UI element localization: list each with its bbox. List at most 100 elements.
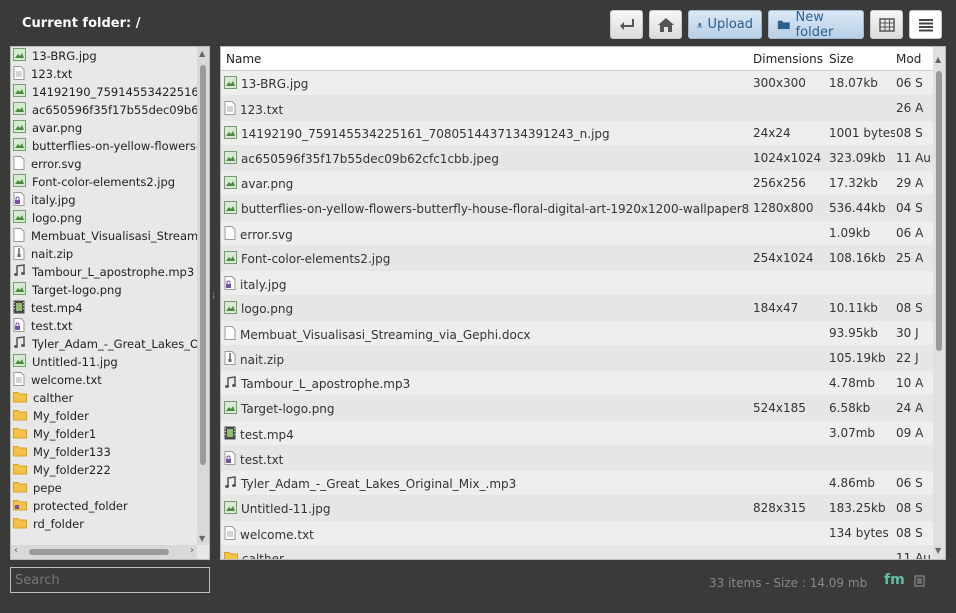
tree-item[interactable]: logo.png [11, 209, 197, 227]
tree-item[interactable]: 123.txt [11, 65, 197, 83]
file-name-cell[interactable]: butterflies-on-yellow-flowers-butterfly-… [224, 201, 749, 217]
file-modified: 26 A [896, 101, 924, 115]
file-name: Membuat_Visualisasi_Streaming_via_Gephi.… [240, 327, 531, 342]
tree-item[interactable]: Membuat_Visualisasi_Streaming [11, 227, 197, 245]
back-button[interactable] [610, 10, 643, 39]
tree-item[interactable]: test.txt [11, 317, 197, 335]
scroll-up-icon[interactable]: ▲ [935, 55, 941, 64]
tree-item[interactable]: rd_folder [11, 515, 197, 533]
file-name-cell[interactable]: Tambour_L_apostrophe.mp3 [224, 376, 749, 392]
file-name: Untitled-11.jpg [241, 502, 331, 516]
home-icon [657, 17, 674, 32]
new-folder-button[interactable]: New folder [768, 10, 864, 40]
table-row[interactable]: Tambour_L_apostrophe.mp3 4.78mb 10 A [221, 371, 933, 396]
column-size[interactable]: Size [829, 52, 854, 66]
tree-vertical-scrollbar[interactable]: ▲ ▼ [197, 47, 209, 545]
upload-button[interactable]: Upload [688, 10, 762, 39]
tree-item[interactable]: 13-BRG.jpg [11, 47, 197, 65]
table-row[interactable]: Untitled-11.jpg 828x315 183.25kb 08 S [221, 496, 933, 521]
tree-horizontal-scrollbar[interactable]: ‹ › [11, 545, 197, 559]
column-dimensions[interactable]: Dimensions [753, 52, 823, 66]
file-name-cell[interactable]: Target-logo.png [224, 401, 749, 417]
file-name-cell[interactable]: 123.txt [224, 101, 749, 118]
tree-scroll-thumb[interactable] [200, 65, 206, 465]
table-row[interactable]: logo.png 184x47 10.11kb 08 S [221, 296, 933, 321]
file-name-cell[interactable]: calther [224, 551, 749, 559]
file-modified: 06 S [896, 476, 923, 490]
tree-item[interactable]: My_folder133 [11, 443, 197, 461]
tree-item[interactable]: pepe [11, 479, 197, 497]
tree-item[interactable]: Untitled-11.jpg [11, 353, 197, 371]
file-vertical-scrollbar[interactable]: ▲ ▼ [933, 47, 945, 559]
tree-item[interactable]: My_folder222 [11, 461, 197, 479]
file-name-cell[interactable]: avar.png [224, 176, 749, 192]
file-name-cell[interactable]: 14192190_759145534225161_708051443713439… [224, 126, 749, 142]
file-name-cell[interactable]: Tyler_Adam_-_Great_Lakes_Original_Mix_.m… [224, 476, 749, 492]
tree-item[interactable]: Font-color-elements2.jpg [11, 173, 197, 191]
table-row[interactable]: Membuat_Visualisasi_Streaming_via_Gephi.… [221, 321, 933, 346]
file-name-cell[interactable]: Untitled-11.jpg [224, 501, 749, 517]
tree-hscroll-thumb[interactable] [29, 549, 169, 555]
tree-item[interactable]: calther [11, 389, 197, 407]
table-row[interactable]: 14192190_759145534225161_708051443713439… [221, 121, 933, 146]
table-row[interactable]: avar.png 256x256 17.32kb 29 A [221, 171, 933, 196]
table-row[interactable]: 13-BRG.jpg 300x300 18.07kb 06 S [221, 71, 933, 96]
table-row[interactable]: test.txt [221, 446, 933, 471]
tree-item[interactable]: avar.png [11, 119, 197, 137]
scroll-right-icon[interactable]: › [190, 545, 194, 556]
file-name-cell[interactable]: Font-color-elements2.jpg [224, 251, 749, 267]
tree-item[interactable]: My_folder1 [11, 425, 197, 443]
scroll-left-icon[interactable]: ‹ [14, 545, 18, 556]
file-name-cell[interactable]: italy.jpg [224, 276, 749, 293]
table-row[interactable]: Target-logo.png 524x185 6.58kb 24 A [221, 396, 933, 421]
home-button[interactable] [649, 10, 682, 39]
tree-item[interactable]: italy.jpg [11, 191, 197, 209]
file-name-cell[interactable]: welcome.txt [224, 526, 749, 543]
table-row[interactable]: Tyler_Adam_-_Great_Lakes_Original_Mix_.m… [221, 471, 933, 496]
table-row[interactable]: butterflies-on-yellow-flowers-butterfly-… [221, 196, 933, 221]
table-row[interactable]: welcome.txt 134 bytes 08 S [221, 521, 933, 546]
list-view-button[interactable] [909, 10, 942, 39]
scroll-up-icon[interactable]: ▲ [199, 49, 205, 58]
scroll-down-icon[interactable]: ▼ [199, 534, 205, 543]
file-name-cell[interactable]: error.svg [224, 226, 749, 243]
tree-item[interactable]: error.svg [11, 155, 197, 173]
table-row[interactable]: error.svg 1.09kb 06 A [221, 221, 933, 246]
file-name-cell[interactable]: test.mp4 [224, 426, 749, 443]
grid-view-button[interactable] [870, 10, 903, 39]
tree-item[interactable]: welcome.txt [11, 371, 197, 389]
tree-item[interactable]: Tambour_L_apostrophe.mp3 [11, 263, 197, 281]
file-name-cell[interactable]: 13-BRG.jpg [224, 76, 749, 92]
file-name-cell[interactable]: logo.png [224, 301, 749, 317]
tree-item[interactable]: 14192190_759145534225161_708051 [11, 83, 197, 101]
file-name-cell[interactable]: test.txt [224, 451, 749, 468]
tree-item[interactable]: Tyler_Adam_-_Great_Lakes_Orig [11, 335, 197, 353]
table-row[interactable]: calther 11 Au [221, 546, 933, 559]
panel-splitter[interactable]: ⁞ [212, 292, 216, 308]
table-row[interactable]: nait.zip 105.19kb 22 J [221, 346, 933, 371]
column-name[interactable]: Name [226, 52, 261, 66]
file-name-cell[interactable]: ac650596f35f17b55dec09b62cfc1cbb.jpeg [224, 151, 749, 167]
tree-item[interactable]: protected_folder [11, 497, 197, 515]
table-row[interactable]: test.mp4 3.07mb 09 A [221, 421, 933, 446]
table-row[interactable]: ac650596f35f17b55dec09b62cfc1cbb.jpeg 102… [221, 146, 933, 171]
table-row[interactable]: italy.jpg [221, 271, 933, 296]
image-file-icon [13, 120, 26, 136]
image-file-icon [224, 76, 237, 92]
tree-item[interactable]: test.mp4 [11, 299, 197, 317]
file-scroll-thumb[interactable] [936, 71, 942, 351]
search-input[interactable] [10, 567, 210, 593]
tree-item[interactable]: Target-logo.png [11, 281, 197, 299]
tree-item[interactable]: My_folder [11, 407, 197, 425]
tree-item[interactable]: butterflies-on-yellow-flowers-butt [11, 137, 197, 155]
column-modified[interactable]: Mod [896, 52, 921, 66]
table-row[interactable]: 123.txt 26 A [221, 96, 933, 121]
tree-item[interactable]: ac650596f35f17b55dec09b62cfc [11, 101, 197, 119]
tree-item-label: Tyler_Adam_-_Great_Lakes_Orig [32, 337, 197, 351]
file-name-cell[interactable]: Membuat_Visualisasi_Streaming_via_Gephi.… [224, 326, 749, 343]
tree-item-label: logo.png [32, 211, 82, 225]
scroll-down-icon[interactable]: ▼ [935, 546, 941, 555]
tree-item[interactable]: nait.zip [11, 245, 197, 263]
file-name-cell[interactable]: nait.zip [224, 351, 749, 368]
table-row[interactable]: Font-color-elements2.jpg 254x1024 108.16kb… [221, 246, 933, 271]
